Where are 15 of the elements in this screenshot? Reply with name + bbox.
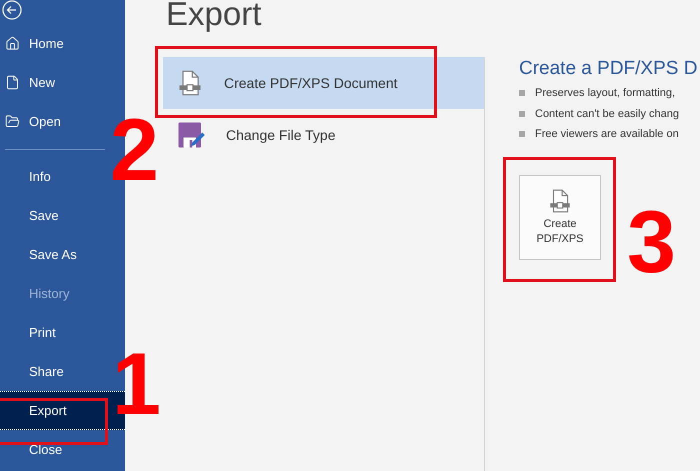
- section-heading: Create a PDF/XPS D: [519, 58, 698, 80]
- export-option[interactable]: Create PDF/XPS Document: [163, 57, 484, 109]
- page-title: Export: [166, 0, 262, 32]
- bullet-text: Preserves layout, formatting,: [535, 86, 676, 101]
- sidebar-item[interactable]: Save As: [0, 235, 125, 274]
- export-option[interactable]: Change File Type: [163, 109, 484, 161]
- sidebar-item[interactable]: Home: [0, 24, 125, 63]
- annotation-number: 3: [627, 192, 676, 292]
- sidebar-item[interactable]: Close: [0, 430, 125, 469]
- sidebar-item[interactable]: New: [0, 63, 125, 102]
- bullet-text: Content can't be easily chang: [535, 106, 679, 122]
- sidebar-item[interactable]: Print: [0, 313, 125, 352]
- bullet-text: Free viewers are available on: [535, 127, 679, 142]
- create-pdf-xps-button[interactable]: Create PDF/XPS: [519, 174, 601, 260]
- sidebar-item[interactable]: Save: [0, 196, 125, 235]
